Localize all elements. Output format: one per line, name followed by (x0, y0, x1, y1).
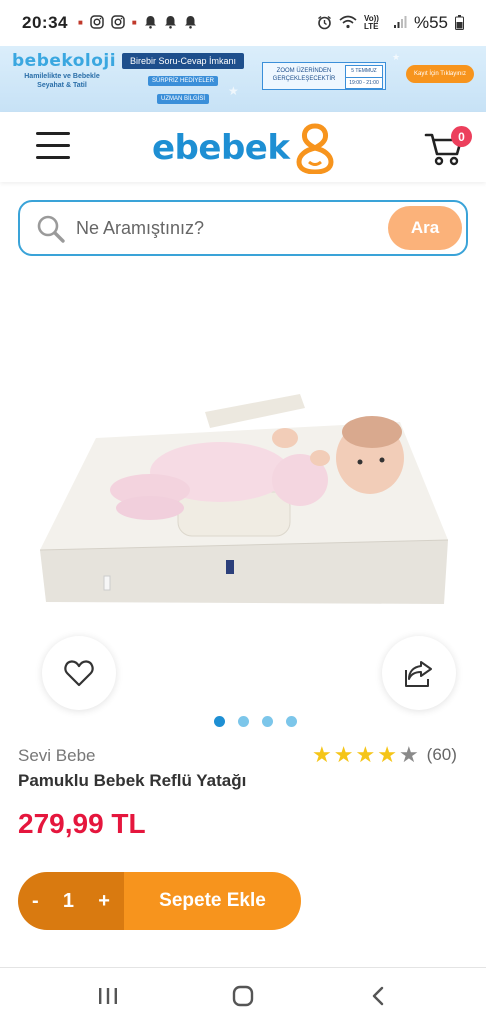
instagram-icon (90, 15, 104, 31)
banner-middle: Birebir Soru-Cevap İmkanı SÜRPRİZ HEDİYE… (122, 53, 244, 105)
product-price: 279,99 TL (18, 808, 146, 839)
alarm-icon (317, 15, 332, 32)
banner-logo: bebekoloji (12, 51, 117, 71)
banner-tagline: Hamilelikte ve Bebekle Seyahat & Tatil (24, 73, 100, 89)
search-icon (36, 214, 66, 244)
ebebek-notification-icon: ■ (77, 18, 83, 27)
product-image[interactable] (0, 380, 486, 610)
system-icons: Vo)) LTE %55 (317, 13, 464, 33)
recent-apps-button[interactable] (78, 976, 138, 1016)
star-empty-icon: ★ (398, 742, 419, 767)
wifi-icon (339, 15, 357, 31)
add-to-cart-button[interactable]: Sepete Ekle (124, 872, 301, 930)
favorite-button[interactable] (42, 636, 116, 710)
home-button[interactable] (213, 976, 273, 1016)
promo-banner[interactable]: ★ ★ bebekoloji Hamilelikte ve Bebekle Se… (0, 46, 486, 112)
banner-zoom-box: ZOOM ÜZERİNDEN GERÇEKLEŞECEKTİR 5 TEMMUZ… (262, 62, 386, 90)
star-filled-icon: ★ (355, 742, 376, 767)
product-title: Pamuklu Bebek Reflü Yatağı (18, 771, 247, 790)
instagram-icon (111, 15, 125, 31)
image-carousel-dots (214, 716, 297, 727)
menu-icon[interactable] (36, 132, 70, 160)
battery-percent: %55 (413, 13, 448, 32)
heart-icon (64, 660, 94, 687)
banner-pill-expert: UZMAN BİLGİSİ (156, 94, 209, 104)
star-filled-icon: ★ (333, 742, 354, 767)
app-header: ebebek (0, 112, 486, 182)
status-time: 20:34 (22, 13, 68, 32)
quantity-stepper: - 1 + (18, 872, 124, 930)
share-icon (405, 661, 432, 687)
banner-brand: bebekoloji Hamilelikte ve Bebekle Seyaha… (12, 51, 117, 90)
banner-pill-surprise: SÜRPRİZ HEDİYELER (147, 76, 218, 86)
quantity-value: 1 (62, 889, 75, 912)
carousel-dot[interactable] (238, 716, 249, 727)
ebebek-notification-icon: ■ (131, 18, 137, 27)
logo-mark-icon (296, 123, 334, 174)
star-decoration-icon: ★ (392, 52, 401, 62)
signal-icon (393, 15, 407, 31)
quantity-decrease-button[interactable]: - (32, 890, 39, 913)
status-bar: 20:34 ■ ■ Vo)) LTE %55 (0, 0, 486, 46)
review-count: (60) (426, 745, 457, 764)
network-label: Vo)) LTE (363, 14, 379, 31)
bell-icon (164, 15, 177, 31)
back-button[interactable] (348, 976, 408, 1016)
cart-count-badge: 0 (451, 126, 472, 147)
bell-icon (184, 15, 197, 31)
carousel-dot[interactable] (262, 716, 273, 727)
back-icon (373, 986, 384, 1006)
system-nav-bar (0, 968, 486, 1024)
home-icon (232, 985, 254, 1007)
quantity-increase-button[interactable]: + (98, 890, 110, 913)
carousel-dot[interactable] (286, 716, 297, 727)
banner-headline: Birebir Soru-Cevap İmkanı (122, 53, 244, 69)
search-button[interactable]: Ara (388, 206, 462, 250)
carousel-dot[interactable] (214, 716, 225, 727)
star-filled-icon: ★ (312, 742, 332, 767)
star-filled-icon: ★ (377, 742, 397, 767)
add-to-cart-bar: - 1 + Sepete Ekle (18, 872, 301, 930)
battery-icon (455, 14, 464, 32)
product-brand[interactable]: Sevi Bebe (18, 746, 96, 766)
logo-text: ebebek (152, 128, 290, 168)
notification-icons: ■ ■ (78, 15, 197, 31)
banner-zoom-text: ZOOM ÜZERİNDEN GERÇEKLEŞECEKTİR (272, 68, 336, 82)
ebebek-logo[interactable]: ebebek (152, 122, 337, 174)
search-bar: Ara (18, 200, 468, 256)
banner-register-button[interactable]: Kayıt İçin Tıklayınız (406, 65, 474, 83)
share-button[interactable] (382, 636, 456, 710)
bell-icon (144, 15, 157, 31)
product-rating[interactable]: ★ ★ ★ ★ ★ (60) (312, 744, 457, 766)
search-input[interactable] (76, 202, 386, 254)
banner-zoom-time: 19:00 - 21:00 (345, 77, 383, 89)
recent-apps-icon (98, 988, 117, 1004)
